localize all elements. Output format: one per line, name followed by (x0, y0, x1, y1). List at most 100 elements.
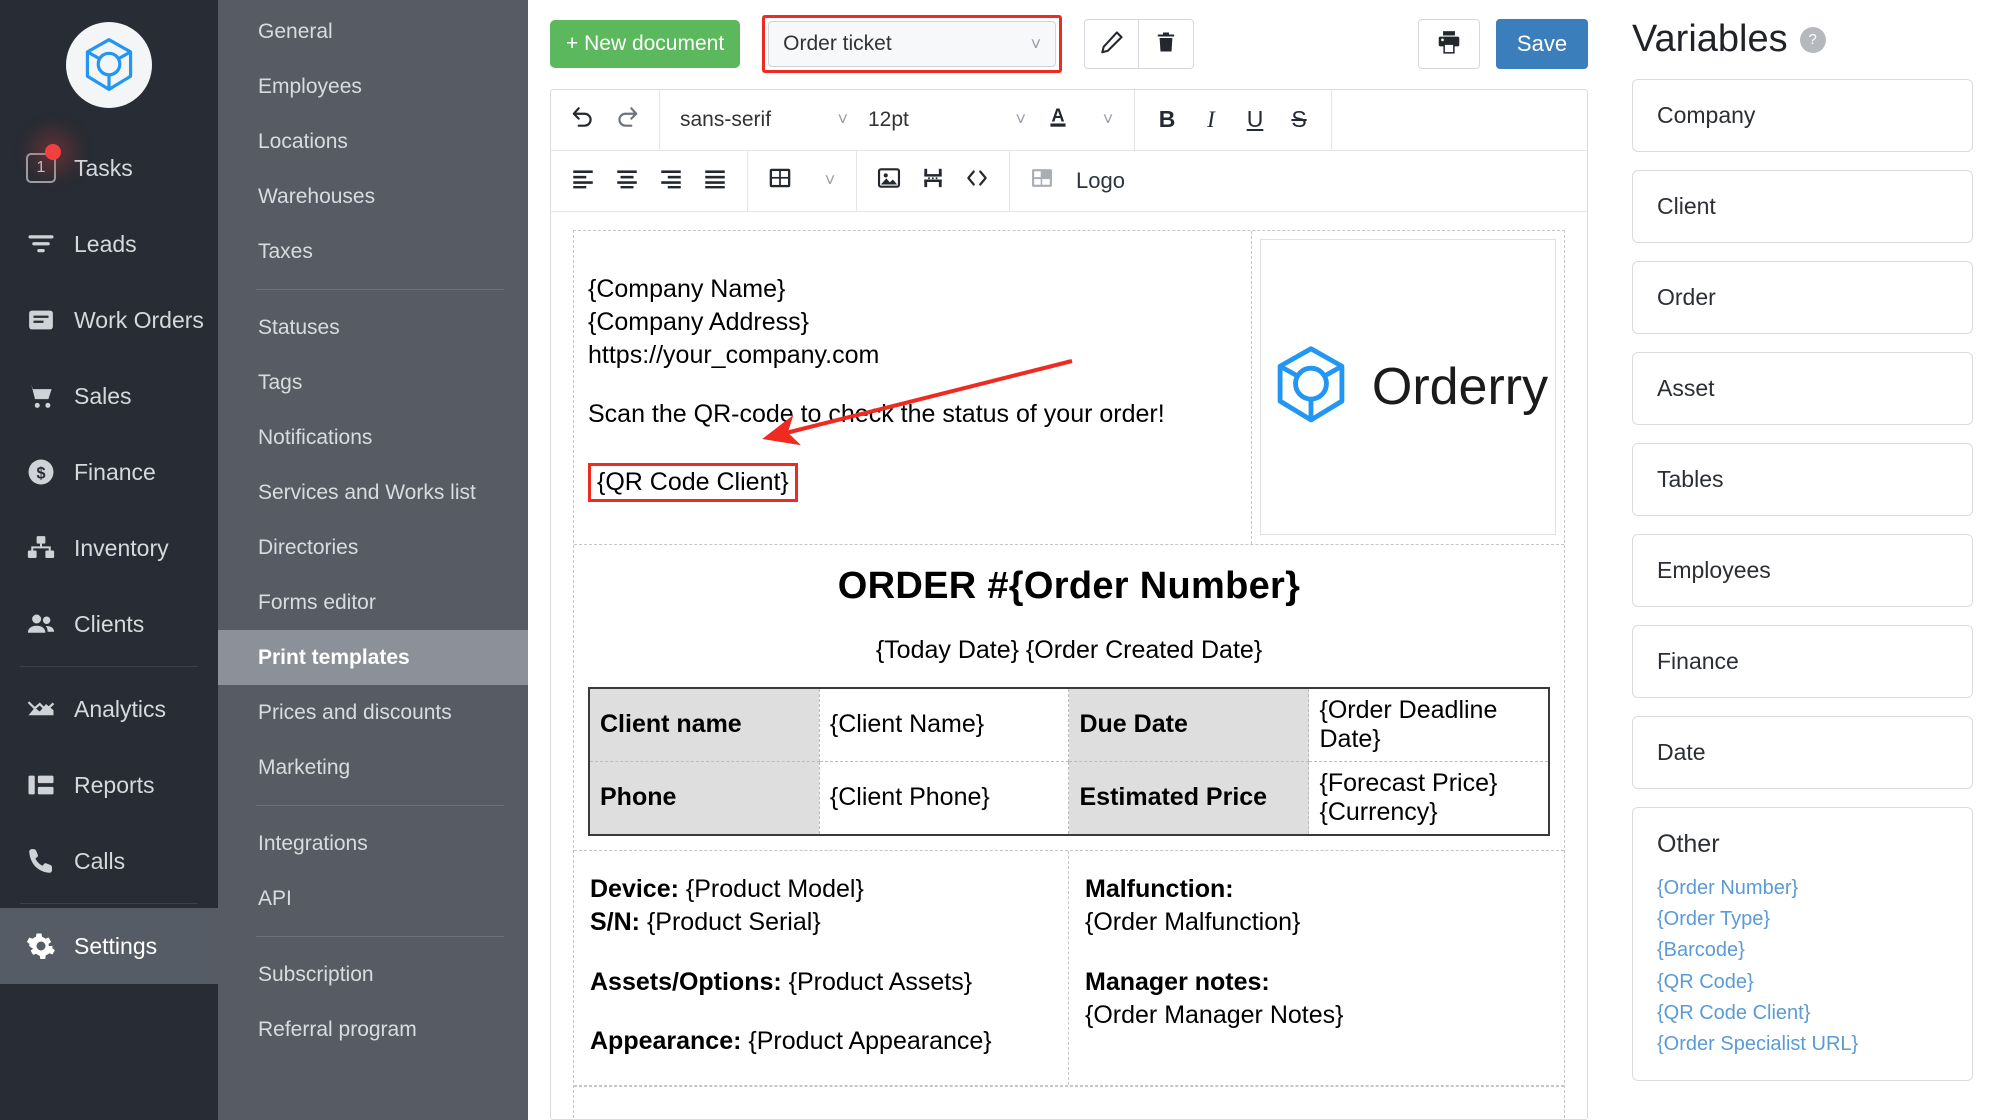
table-row: Client name {Client Name} Due Date {Orde… (588, 687, 1550, 762)
cell-due-date-label: Due Date (1068, 687, 1310, 762)
font-family-select[interactable]: sans-serif ˅ (670, 98, 858, 142)
sidebar-item-taxes[interactable]: Taxes (218, 224, 528, 279)
variable-group-employees[interactable]: Employees (1632, 534, 1973, 607)
sidebar-item-analytics[interactable]: Analytics (0, 671, 218, 747)
document-canvas[interactable]: {Company Name} {Company Address} https:/… (551, 211, 1587, 1119)
sidebar-item-directories[interactable]: Directories (218, 520, 528, 575)
sidebar-item-locations[interactable]: Locations (218, 114, 528, 169)
sidebar-item-general[interactable]: General (218, 4, 528, 59)
question-mark-icon[interactable]: ? (1799, 26, 1826, 53)
variable-group-client[interactable]: Client (1632, 170, 1973, 243)
sidebar-item-settings[interactable]: Settings (0, 908, 218, 984)
sidebar-item-prices-and-discounts[interactable]: Prices and discounts (218, 685, 528, 740)
logo-placeholder-icon (1029, 165, 1055, 197)
sidebar-item-sales[interactable]: Sales (0, 358, 218, 434)
text-style-group: B I U S (1135, 89, 1332, 150)
align-left-button[interactable] (561, 159, 605, 203)
pencil-icon (1099, 29, 1125, 60)
app-logo[interactable] (0, 0, 218, 130)
variable-group-order[interactable]: Order (1632, 261, 1973, 334)
sidebar-item-tags[interactable]: Tags (218, 355, 528, 410)
variable-link-qr-code[interactable]: {QR Code} (1657, 967, 1948, 998)
sidebar-item-reports[interactable]: Reports (0, 747, 218, 823)
variable-link-order-type[interactable]: {Order Type} (1657, 904, 1948, 935)
sidebar-item-tasks[interactable]: 1 Tasks (0, 130, 218, 206)
sidebar-item-notifications[interactable]: Notifications (218, 410, 528, 465)
order-dates: {Today Date} {Order Created Date} (875, 635, 1263, 664)
insert-logo-label: Logo (1076, 167, 1125, 193)
cell-client-name-value: {Client Name} (818, 687, 1070, 762)
italic-button[interactable]: I (1189, 98, 1233, 142)
printer-icon (1436, 29, 1462, 60)
new-document-button[interactable]: + New document (550, 20, 741, 69)
sidebar-item-marketing[interactable]: Marketing (218, 740, 528, 795)
sidebar-item-warehouses[interactable]: Warehouses (218, 169, 528, 224)
orderry-watermark: Orderry (1268, 342, 1548, 433)
sidebar-item-label: Inventory (74, 534, 169, 561)
company-url: https://your_company.com (588, 340, 880, 369)
sidebar-item-calls[interactable]: Calls (0, 823, 218, 899)
sidebar-item-finance[interactable]: $ Finance (0, 434, 218, 510)
save-button[interactable]: Save (1496, 19, 1588, 70)
undo-button[interactable] (561, 98, 605, 142)
sidebar-item-clients[interactable]: Clients (0, 586, 218, 662)
rich-text-editor: sans-serif ˅ 12pt ˅ A ˅ B I U S ˅ Logo {… (550, 88, 1588, 1120)
underline-button[interactable]: U (1233, 98, 1277, 142)
page-break-button[interactable] (911, 159, 955, 203)
sidebar-item-label: Reports (74, 771, 155, 798)
redo-button[interactable] (605, 98, 649, 142)
sidebar-item-employees[interactable]: Employees (218, 59, 528, 114)
sidebar-item-print-templates[interactable]: Print templates (218, 630, 528, 685)
sidebar-item-integrations[interactable]: Integrations (218, 816, 528, 871)
align-right-icon (658, 165, 684, 197)
align-justify-button[interactable] (693, 159, 737, 203)
phone-icon (18, 846, 64, 876)
align-center-button[interactable] (605, 159, 649, 203)
align-right-button[interactable] (649, 159, 693, 203)
source-code-button[interactable] (955, 159, 999, 203)
sidebar-item-leads[interactable]: Leads (0, 206, 218, 282)
variable-link-order-number[interactable]: {Order Number} (1657, 873, 1948, 904)
font-group: sans-serif ˅ 12pt ˅ A ˅ (660, 89, 1135, 150)
variable-group-company[interactable]: Company (1632, 79, 1973, 152)
variables-panel: Variables ? Company Client Order Asset T… (1610, 0, 1999, 1120)
variable-group-other: Other {Order Number} {Order Type} {Barco… (1632, 807, 1973, 1082)
document-select[interactable]: Order ticket ˅ (768, 21, 1057, 68)
sidebar-item-services-and-works-list[interactable]: Services and Works list (218, 465, 528, 520)
variable-group-tables[interactable]: Tables (1632, 443, 1973, 516)
strikethrough-button[interactable]: S (1277, 98, 1321, 142)
orderry-cube-logo-icon (1268, 342, 1354, 433)
variable-link-barcode[interactable]: {Barcode} (1657, 935, 1948, 966)
variable-group-asset[interactable]: Asset (1632, 352, 1973, 425)
print-button[interactable] (1418, 19, 1480, 70)
sidebar-item-referral-program[interactable]: Referral program (218, 1002, 528, 1057)
text-color-button[interactable]: A (1036, 98, 1080, 142)
variable-link-qr-code-client[interactable]: {QR Code Client} (1657, 998, 1948, 1029)
font-size-select[interactable]: 12pt ˅ (858, 98, 1036, 142)
sidebar-item-inventory[interactable]: Inventory (0, 510, 218, 586)
variable-group-finance[interactable]: Finance (1632, 625, 1973, 698)
order-summary-table: Client name {Client Name} Due Date {Orde… (588, 686, 1550, 836)
variable-group-date[interactable]: Date (1632, 716, 1973, 789)
sidebar-item-forms-editor[interactable]: Forms editor (218, 575, 528, 630)
font-family-value: sans-serif (680, 107, 772, 131)
bold-button[interactable]: B (1145, 98, 1189, 142)
sidebar-item-label: Calls (74, 847, 126, 874)
text-color-dropdown[interactable]: ˅ (1080, 98, 1124, 142)
orderry-cube-logo-icon (66, 22, 152, 108)
insert-image-button[interactable] (867, 159, 911, 203)
image-icon (876, 165, 902, 197)
delete-document-button[interactable] (1139, 19, 1195, 70)
document-order-section: ORDER #{Order Number} {Today Date} {Orde… (574, 543, 1564, 850)
sidebar-item-api[interactable]: API (218, 871, 528, 926)
device-value: {Product Model} (685, 874, 864, 903)
cart-icon (18, 381, 64, 411)
insert-table-button[interactable] (758, 159, 802, 203)
sidebar-item-work-orders[interactable]: Work Orders (0, 282, 218, 358)
edit-document-button[interactable] (1084, 19, 1140, 70)
insert-logo-button[interactable] (1020, 159, 1064, 203)
table-dropdown[interactable]: ˅ (802, 159, 846, 203)
sidebar-item-subscription[interactable]: Subscription (218, 947, 528, 1002)
sidebar-item-statuses[interactable]: Statuses (218, 300, 528, 355)
variable-link-order-specialist-url[interactable]: {Order Specialist URL} (1657, 1029, 1948, 1060)
